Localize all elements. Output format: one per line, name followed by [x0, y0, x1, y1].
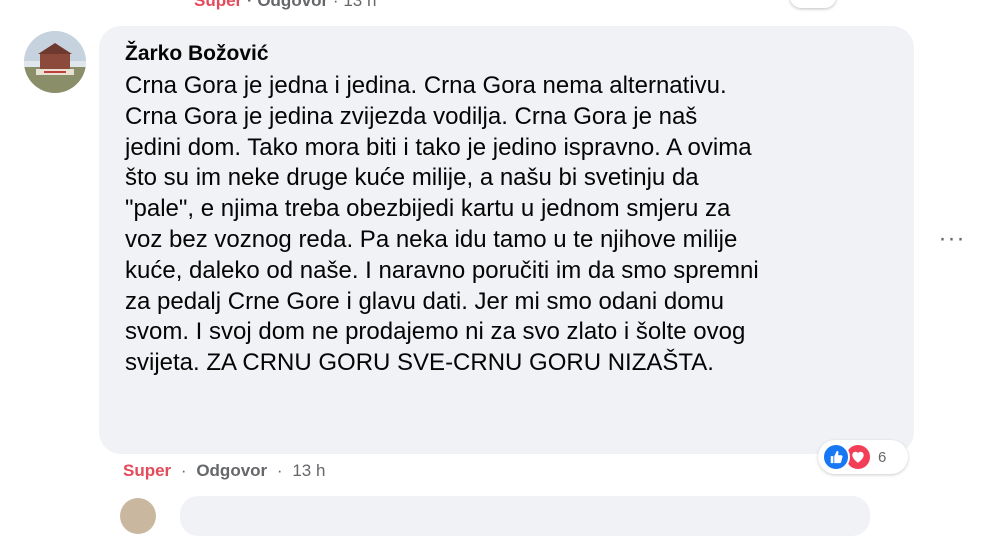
reply-avatar[interactable]	[120, 498, 156, 534]
comment-line: voz bez voznog reda. Pa neka idu tamo u …	[125, 225, 738, 253]
previous-reply-link[interactable]: Odgovor	[257, 0, 328, 10]
comment-line: "pale", e njima treba obezbijedi kartu u…	[125, 195, 731, 223]
reply-link[interactable]: Odgovor	[196, 461, 267, 480]
more-options-icon[interactable]: ···	[934, 225, 970, 252]
super-reaction-link[interactable]: Super	[123, 461, 171, 480]
comment-actions: Super · Odgovor · 13 h	[123, 460, 325, 482]
reaction-count: 6	[878, 448, 887, 466]
separator: ·	[276, 461, 283, 480]
separator: ·	[180, 461, 187, 480]
previous-timestamp[interactable]: 13 h	[343, 0, 376, 10]
separator: ·	[246, 0, 253, 10]
comment-bubble: Žarko Božović Crna Gora je jedna i jedin…	[99, 26, 914, 454]
comment-line: za pedalj Crne Gore i glavu dati. Jer mi…	[125, 287, 724, 315]
comment-line: jedini dom. Tako mora biti i tako je jed…	[125, 133, 752, 161]
reactions-summary[interactable]: 6	[822, 442, 886, 472]
comment-line: Crna Gora je jedina zvijezda vodilja. Cr…	[125, 102, 698, 130]
avatar[interactable]	[24, 31, 86, 93]
comment-line: Crna Gora je jedna i jedina. Crna Gora n…	[125, 72, 727, 99]
reply-bubble	[180, 496, 870, 536]
comment-timestamp[interactable]: 13 h	[292, 461, 325, 480]
like-icon	[822, 443, 850, 471]
comment-text: Crna Gora je jedna i jedina. Crna Gora n…	[125, 71, 885, 379]
comment-line: svom. I svoj dom ne prodajemo ni za svo …	[125, 318, 746, 346]
previous-reactions-pill[interactable]	[790, 0, 836, 8]
comment-line: što su im neke druge kuće milije, a našu…	[125, 164, 699, 192]
comment-author[interactable]: Žarko Božović	[125, 41, 269, 67]
previous-comment-actions: Super · Odgovor · 13 h	[194, 0, 376, 10]
avatar-image	[24, 31, 86, 93]
comment-line: svijeta. ZA CRNU GORU SVE-CRNU GORU NIZA…	[125, 349, 714, 377]
previous-super-reaction-link[interactable]: Super	[194, 0, 242, 10]
separator: ·	[332, 0, 339, 10]
comment-line: kuće, daleko od naše. I naravno poručiti…	[125, 256, 759, 284]
